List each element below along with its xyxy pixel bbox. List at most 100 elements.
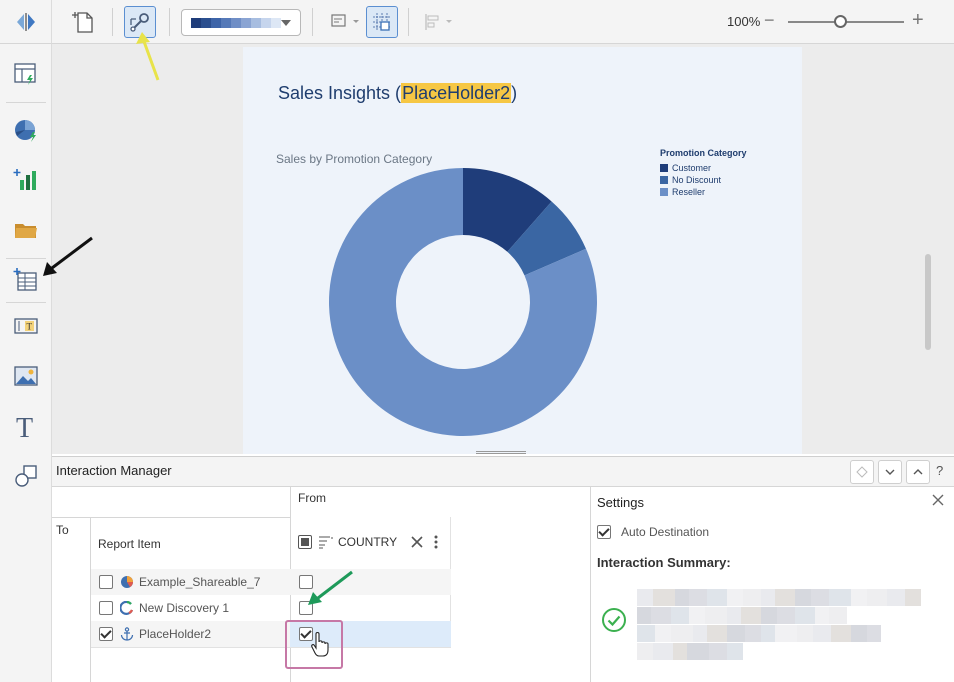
theme-swatches (191, 17, 281, 28)
discovery-icon (120, 601, 134, 615)
add-textbox-button[interactable]: T (8, 308, 44, 344)
anchor-icon (120, 627, 134, 641)
chevron-down-icon (281, 20, 291, 26)
add-shape-button[interactable] (8, 458, 44, 494)
legend-item[interactable]: No Discount (660, 174, 747, 186)
from-label: From (298, 491, 326, 505)
table-row[interactable]: New Discovery 1 (91, 595, 451, 621)
chart-legend: Promotion Category Customer No Discount Re… (660, 148, 747, 198)
remove-column-icon[interactable] (409, 534, 425, 550)
report-item-column-header: Report Item (98, 537, 161, 551)
row-label: New Discovery 1 (139, 601, 230, 615)
layout-icon (331, 14, 359, 27)
to-checkbox[interactable] (99, 601, 113, 615)
report-title[interactable]: Sales Insights (PlaceHolder2) (278, 83, 517, 104)
theme-swatch (271, 17, 281, 28)
add-text-button[interactable]: T (8, 408, 44, 444)
legend-item[interactable]: Customer (660, 162, 747, 174)
from-country-checkbox[interactable] (299, 601, 313, 615)
report-title-suffix: ) (511, 83, 518, 103)
align-icon (425, 14, 452, 30)
zoom-in-button[interactable]: + (912, 9, 924, 31)
svg-text:T: T (16, 413, 33, 440)
theme-swatch (251, 17, 261, 28)
report-page[interactable]: Sales Insights (PlaceHolder2) Sales by P… (243, 47, 802, 454)
add-image-button[interactable] (8, 358, 44, 394)
select-all-checkbox[interactable] (298, 535, 312, 549)
legend-swatch (660, 176, 668, 184)
country-column-header: COUNTRY (298, 534, 439, 550)
interaction-manager-panel: Interaction Manager ? From To Report Ite… (52, 456, 954, 682)
bar-chart-icon (13, 169, 36, 190)
to-checkbox[interactable] (99, 575, 113, 589)
add-template-button[interactable] (8, 56, 44, 92)
new-page-icon (72, 12, 93, 33)
to-checkbox[interactable] (99, 627, 113, 641)
add-discovery-button[interactable] (8, 162, 44, 198)
open-folder-button[interactable] (8, 212, 44, 248)
help-button[interactable]: ? (936, 463, 943, 478)
theme-swatch (221, 17, 231, 28)
settings-panel: Settings Auto Destination Interaction Su… (590, 487, 954, 682)
settings-title: Settings (597, 495, 644, 510)
donut-chart[interactable] (323, 167, 603, 447)
table-row[interactable]: Example_Shareable_7 (91, 569, 451, 595)
textbox-icon: T (14, 318, 38, 334)
theme-swatch (241, 17, 251, 28)
chevron-down-icon (885, 469, 895, 475)
table-icon (13, 268, 37, 291)
placeholder-highlight: PlaceHolder2 (401, 83, 512, 103)
legend-entries: Customer No Discount Reseller (660, 162, 747, 198)
zoom-slider-thumb[interactable] (834, 15, 848, 28)
shape-icon (15, 465, 37, 487)
theme-swatch (211, 17, 221, 28)
more-options-icon[interactable] (433, 534, 439, 550)
add-table-button[interactable] (8, 262, 44, 298)
theme-swatch (231, 17, 241, 28)
filter-list-icon (319, 536, 333, 549)
add-chart-button[interactable] (8, 112, 44, 148)
folder-icon (15, 224, 37, 238)
align-dropdown-button[interactable] (420, 6, 458, 38)
wrench-icon (130, 13, 149, 32)
grid-snap-toggle[interactable] (366, 6, 398, 38)
collapse-button[interactable] (878, 460, 902, 484)
theme-swatch (191, 17, 201, 28)
panel-title: Interaction Manager (56, 463, 172, 478)
interaction-summary-title: Interaction Summary: (597, 555, 731, 570)
logo-icon (16, 12, 35, 31)
clear-button[interactable] (850, 460, 874, 484)
interaction-manager-button[interactable] (124, 6, 156, 38)
from-country-checkbox[interactable] (299, 575, 313, 589)
theme-swatch (261, 17, 271, 28)
table-row-selected[interactable]: PlaceHolder2 (91, 621, 451, 647)
theme-select[interactable] (181, 9, 301, 36)
expand-button[interactable] (906, 460, 930, 484)
legend-label: No Discount (672, 175, 722, 185)
row-label: Example_Shareable_7 (139, 575, 261, 589)
report-canvas[interactable]: Sales Insights (PlaceHolder2) Sales by P… (52, 44, 954, 454)
auto-destination-checkbox[interactable] (597, 525, 611, 539)
zoom-level: 100% (727, 14, 761, 29)
theme-swatch (201, 17, 211, 28)
app-logo[interactable] (0, 0, 52, 44)
panel-resize-handle[interactable] (476, 451, 526, 454)
interaction-manager-header: Interaction Manager ? (52, 457, 954, 487)
legend-label: Customer (672, 163, 712, 173)
highlight-box (285, 620, 343, 669)
legend-swatch (660, 188, 668, 196)
legend-item[interactable]: Reseller (660, 186, 747, 198)
grid-icon (373, 13, 391, 31)
new-page-button[interactable] (67, 6, 99, 38)
text-icon: T (16, 413, 33, 440)
chart-title: Sales by Promotion Category (276, 152, 433, 166)
zoom-out-button[interactable]: − (764, 10, 775, 30)
layout-dropdown-button[interactable] (326, 6, 364, 38)
legend-label: Reseller (672, 187, 706, 197)
svg-text:T: T (27, 322, 33, 332)
pie-chart-icon (121, 576, 133, 588)
country-column-label: COUNTRY (338, 535, 398, 549)
close-icon[interactable] (931, 493, 945, 507)
diamond-icon (856, 466, 868, 478)
canvas-scrollbar[interactable] (925, 254, 931, 350)
